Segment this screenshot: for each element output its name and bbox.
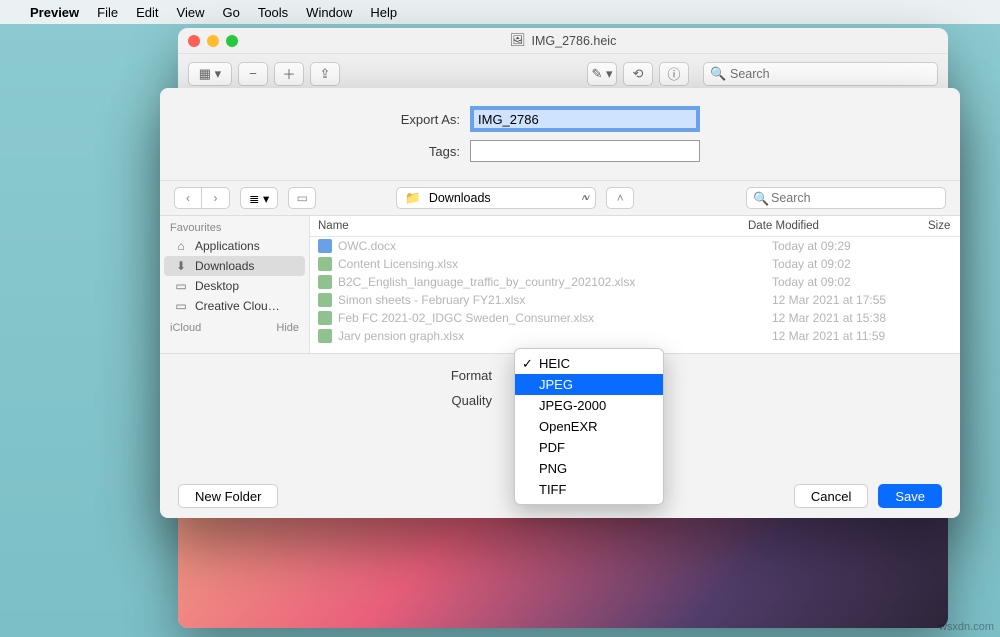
toolbar-search-input[interactable] bbox=[703, 62, 938, 86]
file-icon bbox=[318, 329, 332, 343]
menubar: Preview File Edit View Go Tools Window H… bbox=[0, 0, 1000, 24]
file-icon bbox=[318, 293, 332, 307]
col-size[interactable]: Size bbox=[920, 216, 960, 236]
toolbar-search: 🔍 bbox=[703, 62, 938, 86]
col-date[interactable]: Date Modified bbox=[740, 216, 920, 236]
file-date: Today at 09:02 bbox=[772, 275, 952, 289]
export-options: Format Quality File Size HEICJPEGJPEG-20… bbox=[160, 354, 960, 438]
format-option-tiff[interactable]: TIFF bbox=[515, 479, 663, 500]
file-name: OWC.docx bbox=[338, 239, 766, 253]
close-button[interactable] bbox=[188, 35, 200, 47]
document-icon: 🖼 bbox=[510, 33, 526, 48]
sidebar-item-creative-cloud[interactable]: ▭Creative Clou… bbox=[164, 296, 305, 316]
chevron-updown-icon: ˄˅ bbox=[582, 193, 588, 204]
applications-icon: ⌂ bbox=[174, 239, 188, 253]
window-title: IMG_2786.heic bbox=[532, 34, 617, 48]
menu-edit[interactable]: Edit bbox=[136, 5, 158, 20]
format-option-jpeg[interactable]: JPEG bbox=[515, 374, 663, 395]
file-row[interactable]: Simon sheets - February FY21.xlsx 12 Mar … bbox=[310, 291, 960, 309]
file-icon bbox=[318, 257, 332, 271]
export-as-input[interactable] bbox=[470, 106, 700, 132]
quality-label: Quality bbox=[160, 393, 500, 408]
file-date: Today at 09:29 bbox=[772, 239, 952, 253]
format-option-heic[interactable]: HEIC bbox=[515, 353, 663, 374]
file-name: Simon sheets - February FY21.xlsx bbox=[338, 293, 766, 307]
view-mode-button[interactable]: ▦ ▾ bbox=[188, 62, 232, 86]
format-option-pdf[interactable]: PDF bbox=[515, 437, 663, 458]
tags-input[interactable] bbox=[470, 140, 700, 162]
folder-icon: ▭ bbox=[174, 299, 188, 313]
sidebar: Favourites ⌂Applications ⬇Downloads ▭Des… bbox=[160, 216, 310, 353]
file-row[interactable]: Content Licensing.xlsx Today at 09:02 bbox=[310, 255, 960, 273]
menubar-appname[interactable]: Preview bbox=[30, 5, 79, 20]
file-name: B2C_English_language_traffic_by_country_… bbox=[338, 275, 766, 289]
downloads-icon: ⬇ bbox=[174, 259, 188, 273]
file-row[interactable]: B2C_English_language_traffic_by_country_… bbox=[310, 273, 960, 291]
sidebar-item-applications[interactable]: ⌂Applications bbox=[164, 236, 305, 256]
sidebar-item-desktop[interactable]: ▭Desktop bbox=[164, 276, 305, 296]
sidebar-item-downloads[interactable]: ⬇Downloads bbox=[164, 256, 305, 276]
format-option-png[interactable]: PNG bbox=[515, 458, 663, 479]
file-name: Feb FC 2021-02_IDGC Sweden_Consumer.xlsx bbox=[338, 311, 766, 325]
search-icon: 🔍 bbox=[753, 191, 769, 207]
export-as-label: Export As: bbox=[180, 112, 470, 127]
menu-tools[interactable]: Tools bbox=[258, 5, 288, 20]
markup-button[interactable]: ✎ ▾ bbox=[587, 62, 617, 86]
file-date: 12 Mar 2021 at 11:59 bbox=[772, 329, 952, 343]
file-name: Content Licensing.xlsx bbox=[338, 257, 766, 271]
folder-icon: 📁 bbox=[405, 191, 421, 206]
nav-forward-button[interactable]: › bbox=[202, 187, 230, 209]
info-button[interactable]: ⓘ bbox=[659, 62, 689, 86]
file-date: 12 Mar 2021 at 15:38 bbox=[772, 311, 952, 325]
menu-go[interactable]: Go bbox=[222, 5, 239, 20]
new-folder-button[interactable]: New Folder bbox=[178, 484, 278, 508]
format-dropdown: HEICJPEGJPEG-2000OpenEXRPDFPNGTIFF bbox=[514, 348, 664, 505]
format-option-openexr[interactable]: OpenEXR bbox=[515, 416, 663, 437]
location-search-input[interactable] bbox=[746, 187, 946, 209]
collapse-button[interactable]: ˄ bbox=[606, 187, 634, 209]
file-list: Name Date Modified Size OWC.docx Today at… bbox=[310, 216, 960, 353]
menu-help[interactable]: Help bbox=[370, 5, 397, 20]
save-button[interactable]: Save bbox=[878, 484, 942, 508]
format-label: Format bbox=[160, 368, 500, 383]
file-row[interactable]: OWC.docx Today at 09:29 bbox=[310, 237, 960, 255]
file-date: 12 Mar 2021 at 17:55 bbox=[772, 293, 952, 307]
tags-label: Tags: bbox=[180, 144, 470, 159]
desktop-icon: ▭ bbox=[174, 279, 188, 293]
format-option-jpeg-2000[interactable]: JPEG-2000 bbox=[515, 395, 663, 416]
menu-window[interactable]: Window bbox=[306, 5, 352, 20]
share-button[interactable]: ⇪ bbox=[310, 62, 340, 86]
cancel-button[interactable]: Cancel bbox=[794, 484, 868, 508]
menu-view[interactable]: View bbox=[177, 5, 205, 20]
titlebar: 🖼 IMG_2786.heic bbox=[178, 28, 948, 54]
zoom-button[interactable] bbox=[226, 35, 238, 47]
file-icon bbox=[318, 311, 332, 325]
group-button[interactable]: ▭ bbox=[288, 187, 316, 209]
file-name: Jarv pension graph.xlsx bbox=[338, 329, 766, 343]
sidebar-section-icloud: iCloud bbox=[170, 322, 201, 334]
search-icon: 🔍 bbox=[710, 66, 726, 82]
sidebar-hide[interactable]: Hide bbox=[276, 322, 299, 334]
file-icon bbox=[318, 239, 332, 253]
sidebar-section-favourites: Favourites bbox=[170, 222, 221, 234]
menu-file[interactable]: File bbox=[97, 5, 118, 20]
rotate-button[interactable]: ⟲ bbox=[623, 62, 653, 86]
location-popup-label: Downloads bbox=[429, 191, 574, 205]
nav-back-button[interactable]: ‹ bbox=[174, 187, 202, 209]
export-sheet: Export As: Tags: ‹ › ≣ ▾ ▭ 📁 Downloads ˄… bbox=[160, 88, 960, 518]
file-row[interactable]: Feb FC 2021-02_IDGC Sweden_Consumer.xlsx… bbox=[310, 309, 960, 327]
view-style-button[interactable]: ≣ ▾ bbox=[240, 187, 278, 209]
watermark: wsxdn.com bbox=[939, 621, 994, 633]
location-popup[interactable]: 📁 Downloads ˄˅ bbox=[396, 187, 596, 209]
file-browser: Favourites ⌂Applications ⬇Downloads ▭Des… bbox=[160, 216, 960, 354]
location-toolbar: ‹ › ≣ ▾ ▭ 📁 Downloads ˄˅ ˄ 🔍 bbox=[160, 180, 960, 216]
zoom-out-button[interactable]: − bbox=[238, 62, 268, 86]
file-icon bbox=[318, 275, 332, 289]
col-name[interactable]: Name bbox=[310, 216, 740, 236]
zoom-in-button[interactable]: ＋ bbox=[274, 62, 304, 86]
file-row[interactable]: Jarv pension graph.xlsx 12 Mar 2021 at 11… bbox=[310, 327, 960, 345]
file-date: Today at 09:02 bbox=[772, 257, 952, 271]
minimize-button[interactable] bbox=[207, 35, 219, 47]
